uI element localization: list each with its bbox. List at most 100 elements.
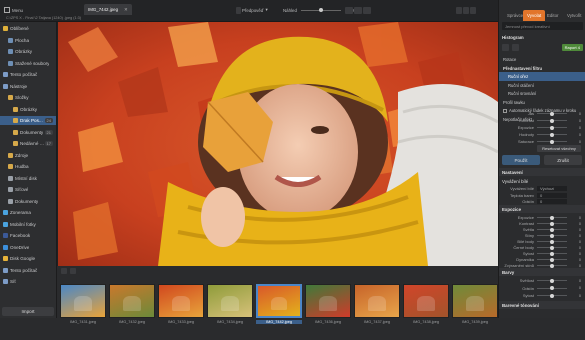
slider-track[interactable] bbox=[537, 233, 567, 238]
slider-knob[interactable] bbox=[550, 251, 554, 256]
slider-track[interactable] bbox=[537, 293, 567, 298]
tree-item[interactable]: Stažené soubory bbox=[0, 59, 56, 68]
tree-item[interactable]: Nástroje bbox=[0, 82, 56, 91]
preset-badge[interactable]: Raport 4 bbox=[561, 44, 583, 51]
slider-value[interactable]: 0 bbox=[567, 252, 581, 256]
tab-2[interactable]: Editor bbox=[543, 10, 562, 21]
wb-field-value[interactable]: 0 bbox=[537, 199, 567, 204]
slider-knob[interactable] bbox=[550, 245, 554, 250]
tree-item[interactable]: Nedávné soubory17 bbox=[0, 139, 56, 148]
tab-3[interactable]: Vytvořit bbox=[563, 10, 585, 21]
slider-knob[interactable] bbox=[550, 221, 554, 226]
slider-value[interactable]: 0 bbox=[567, 294, 581, 298]
slider-knob[interactable] bbox=[550, 263, 554, 268]
tree-item[interactable]: Oblíbené bbox=[0, 24, 56, 33]
color-toning-header[interactable]: Barevné tónování bbox=[499, 301, 585, 309]
slider-track[interactable] bbox=[537, 278, 567, 283]
tree-item[interactable]: Disk Google bbox=[0, 254, 56, 263]
tree-item[interactable]: Facebook bbox=[0, 231, 56, 240]
maximize-icon[interactable] bbox=[463, 6, 469, 14]
compare-icon[interactable] bbox=[345, 6, 353, 14]
thumbnail[interactable] bbox=[207, 284, 253, 318]
thumbnail[interactable] bbox=[256, 284, 302, 318]
search-input[interactable]: Jemnost převod kreativní bbox=[502, 22, 583, 30]
slider-track[interactable] bbox=[537, 111, 567, 116]
settings-section-header[interactable]: Nastavení bbox=[499, 168, 585, 176]
slider-value[interactable]: 0 bbox=[567, 246, 581, 250]
slider-track[interactable] bbox=[537, 286, 567, 290]
tree-item[interactable]: Složky bbox=[0, 93, 56, 102]
import-button[interactable]: Import bbox=[2, 307, 54, 316]
slider-knob[interactable] bbox=[550, 139, 554, 144]
slider-value[interactable]: 0 bbox=[567, 240, 581, 244]
tree-item[interactable]: Tento počítač bbox=[0, 266, 56, 275]
view-mode-select[interactable]: Předpověď ▾ bbox=[236, 5, 268, 15]
slider-value[interactable]: 0 bbox=[567, 126, 581, 130]
slider-value[interactable]: 0 bbox=[567, 264, 581, 268]
slider-value[interactable]: 0 bbox=[567, 222, 581, 226]
tree-item[interactable]: OneDrive bbox=[0, 243, 56, 252]
slider-knob[interactable] bbox=[550, 278, 554, 283]
tree-item[interactable]: Dokumenty 21 bbox=[0, 128, 56, 137]
slider-knob[interactable] bbox=[550, 118, 554, 123]
slider-value[interactable]: 0 bbox=[567, 234, 581, 238]
slider-knob[interactable] bbox=[550, 286, 554, 290]
slider-track[interactable] bbox=[537, 125, 567, 130]
slider-value[interactable]: 0 bbox=[567, 119, 581, 123]
wb-field-value[interactable]: Výchozí bbox=[537, 186, 567, 191]
slider-value[interactable]: 0 bbox=[567, 258, 581, 262]
thumbnail[interactable] bbox=[452, 284, 498, 318]
cancel-button[interactable]: Zrušit bbox=[544, 155, 582, 165]
thumbnail[interactable] bbox=[109, 284, 155, 318]
main-photo[interactable] bbox=[58, 22, 498, 266]
tree-item[interactable]: Zdroje bbox=[0, 151, 56, 160]
sort-icon[interactable] bbox=[61, 268, 67, 274]
slider-value[interactable]: 0 bbox=[567, 133, 581, 137]
tree-item[interactable]: Tento počítač bbox=[0, 70, 56, 79]
tree-item[interactable]: Místní disk bbox=[0, 174, 56, 183]
slider-value[interactable]: 0 bbox=[567, 228, 581, 232]
slider-track[interactable] bbox=[537, 227, 567, 232]
slider-track[interactable] bbox=[537, 132, 567, 137]
histogram-header[interactable]: Histogram bbox=[499, 33, 585, 41]
close-icon[interactable]: ✕ bbox=[124, 7, 128, 13]
filter-icon[interactable] bbox=[70, 268, 76, 274]
slider-track[interactable] bbox=[537, 239, 567, 244]
slider-value[interactable]: 0 bbox=[567, 279, 581, 283]
tree-item[interactable]: Obrázky bbox=[0, 105, 56, 114]
color-section-header[interactable]: Barvy bbox=[499, 268, 585, 276]
slider-knob[interactable] bbox=[550, 239, 554, 244]
tree-item[interactable]: Hudba bbox=[0, 162, 56, 171]
document-tab[interactable]: IMG_7442.jpeg ✕ bbox=[84, 4, 132, 15]
slider-knob[interactable] bbox=[550, 111, 554, 116]
minimize-icon[interactable] bbox=[456, 6, 462, 14]
thumbnail[interactable] bbox=[305, 284, 351, 318]
tree-item[interactable]: Mobilní fotky bbox=[0, 220, 56, 229]
slider-track[interactable] bbox=[537, 221, 567, 226]
zoom-slider[interactable] bbox=[300, 7, 341, 12]
slider-value[interactable]: 0 bbox=[567, 112, 581, 116]
slider-knob[interactable] bbox=[550, 227, 554, 232]
slider-knob[interactable] bbox=[550, 257, 554, 262]
slider-track[interactable] bbox=[537, 245, 567, 250]
settings-icon[interactable] bbox=[470, 6, 476, 14]
thumbnail[interactable] bbox=[403, 284, 449, 318]
undo-icon[interactable] bbox=[502, 44, 509, 51]
slider-knob[interactable] bbox=[550, 293, 554, 298]
thumbnail[interactable] bbox=[354, 284, 400, 318]
slider-value[interactable]: 0 bbox=[567, 286, 581, 290]
tree-item[interactable]: Dokumenty bbox=[0, 197, 56, 206]
slider-track[interactable] bbox=[537, 118, 567, 123]
apply-button[interactable]: Použít bbox=[502, 155, 540, 165]
slider-track[interactable] bbox=[537, 215, 567, 220]
tree-item[interactable]: Plocha bbox=[0, 36, 56, 45]
fit-icon[interactable] bbox=[354, 6, 362, 14]
slider-knob[interactable] bbox=[550, 215, 554, 220]
white-balance-header[interactable]: Vyvážení bílé bbox=[499, 177, 585, 185]
exposure-section-header[interactable]: Expozice bbox=[499, 205, 585, 213]
slider-value[interactable]: 0 bbox=[567, 140, 581, 144]
tab-1[interactable]: Vyvolat bbox=[523, 10, 546, 21]
slider-track[interactable] bbox=[537, 251, 567, 256]
tree-item[interactable]: Síťové bbox=[0, 185, 56, 194]
tree-item[interactable]: Obrázky bbox=[0, 47, 56, 56]
